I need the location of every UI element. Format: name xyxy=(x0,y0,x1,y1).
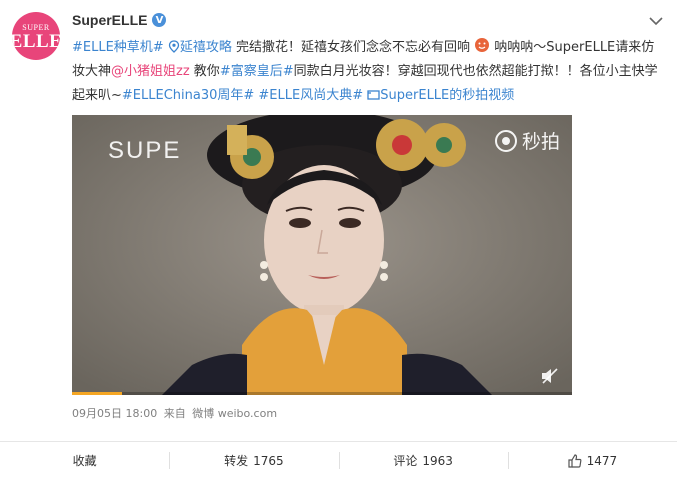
miaopai-label: 秒拍 xyxy=(521,131,560,153)
favorite-button[interactable]: 收藏 xyxy=(0,442,169,479)
repost-button[interactable]: 转发 1765 xyxy=(169,442,338,479)
verified-badge-icon: V xyxy=(152,13,167,27)
location-link-icon xyxy=(168,40,179,53)
video-watermark: SUPE xyxy=(108,137,182,164)
video-player[interactable]: SUPE 秒拍 xyxy=(72,115,572,395)
hashtag-elle-china-30[interactable]: #ELLEChina30周年# xyxy=(122,88,254,103)
post-source[interactable]: 微博 weibo.com xyxy=(192,407,277,420)
thumbs-up-icon xyxy=(567,453,582,468)
hashtag-elle-fengshang[interactable]: #ELLE风尚大典# xyxy=(254,88,363,103)
post-date[interactable]: 09月05日 18:00 xyxy=(72,407,157,420)
repost-count: 1765 xyxy=(253,453,284,468)
miaopai-eye-icon xyxy=(494,129,517,152)
like-count: 1477 xyxy=(586,453,618,468)
post-text: #ELLE种草机# 延禧攻略 完结撒花！延禧女孩们念念不忘必有回响 呐呐呐～Su… xyxy=(72,36,662,108)
video-link[interactable]: SuperELLE的秒拍视频 xyxy=(367,88,514,103)
author-name[interactable]: SuperELLE xyxy=(72,12,147,28)
favorite-label: 收藏 xyxy=(72,454,97,468)
author-header: SuperELLE V xyxy=(72,12,167,28)
avatar-text-elle: ELLE xyxy=(12,31,60,52)
link-yanxi-gonglue[interactable]: 延禧攻略 xyxy=(168,40,232,55)
mention-xiaozhu[interactable]: @小猪姐姐zz xyxy=(111,64,190,79)
comment-label: 评论 xyxy=(393,454,418,468)
comment-button[interactable]: 评论 1963 xyxy=(338,442,508,479)
video-link-text: SuperELLE的秒拍视频 xyxy=(380,88,515,103)
hashtag-elle-zhongcaoji[interactable]: #ELLE种草机# xyxy=(72,40,164,55)
video-link-icon xyxy=(367,90,380,100)
miaopai-logo: 秒拍 xyxy=(494,127,560,154)
chevron-down-icon[interactable] xyxy=(649,16,663,26)
mute-icon[interactable] xyxy=(540,367,560,385)
post-from-label: 来自 xyxy=(163,407,186,420)
video-progress-fill xyxy=(72,392,122,395)
comment-count: 1963 xyxy=(422,453,453,468)
post-text-3: 教你 xyxy=(189,64,220,79)
post-text-1: 完结撒花！延禧女孩们念念不忘必有回响 xyxy=(231,40,470,55)
link-title: 延禧攻略 xyxy=(179,40,232,55)
like-button[interactable]: 1477 xyxy=(507,442,677,479)
video-progress-track[interactable] xyxy=(72,392,572,395)
emoji-icon xyxy=(475,38,490,52)
author-avatar[interactable]: SUPER ELLE xyxy=(12,12,60,60)
repost-label: 转发 xyxy=(224,454,249,468)
action-bar: 收藏 转发 1765 评论 1963 1477 xyxy=(0,442,677,479)
post-meta: 09月05日 18:00 来自 微博 weibo.com xyxy=(72,405,280,421)
hashtag-fucha-huanghou[interactable]: #富察皇后# xyxy=(220,64,294,79)
